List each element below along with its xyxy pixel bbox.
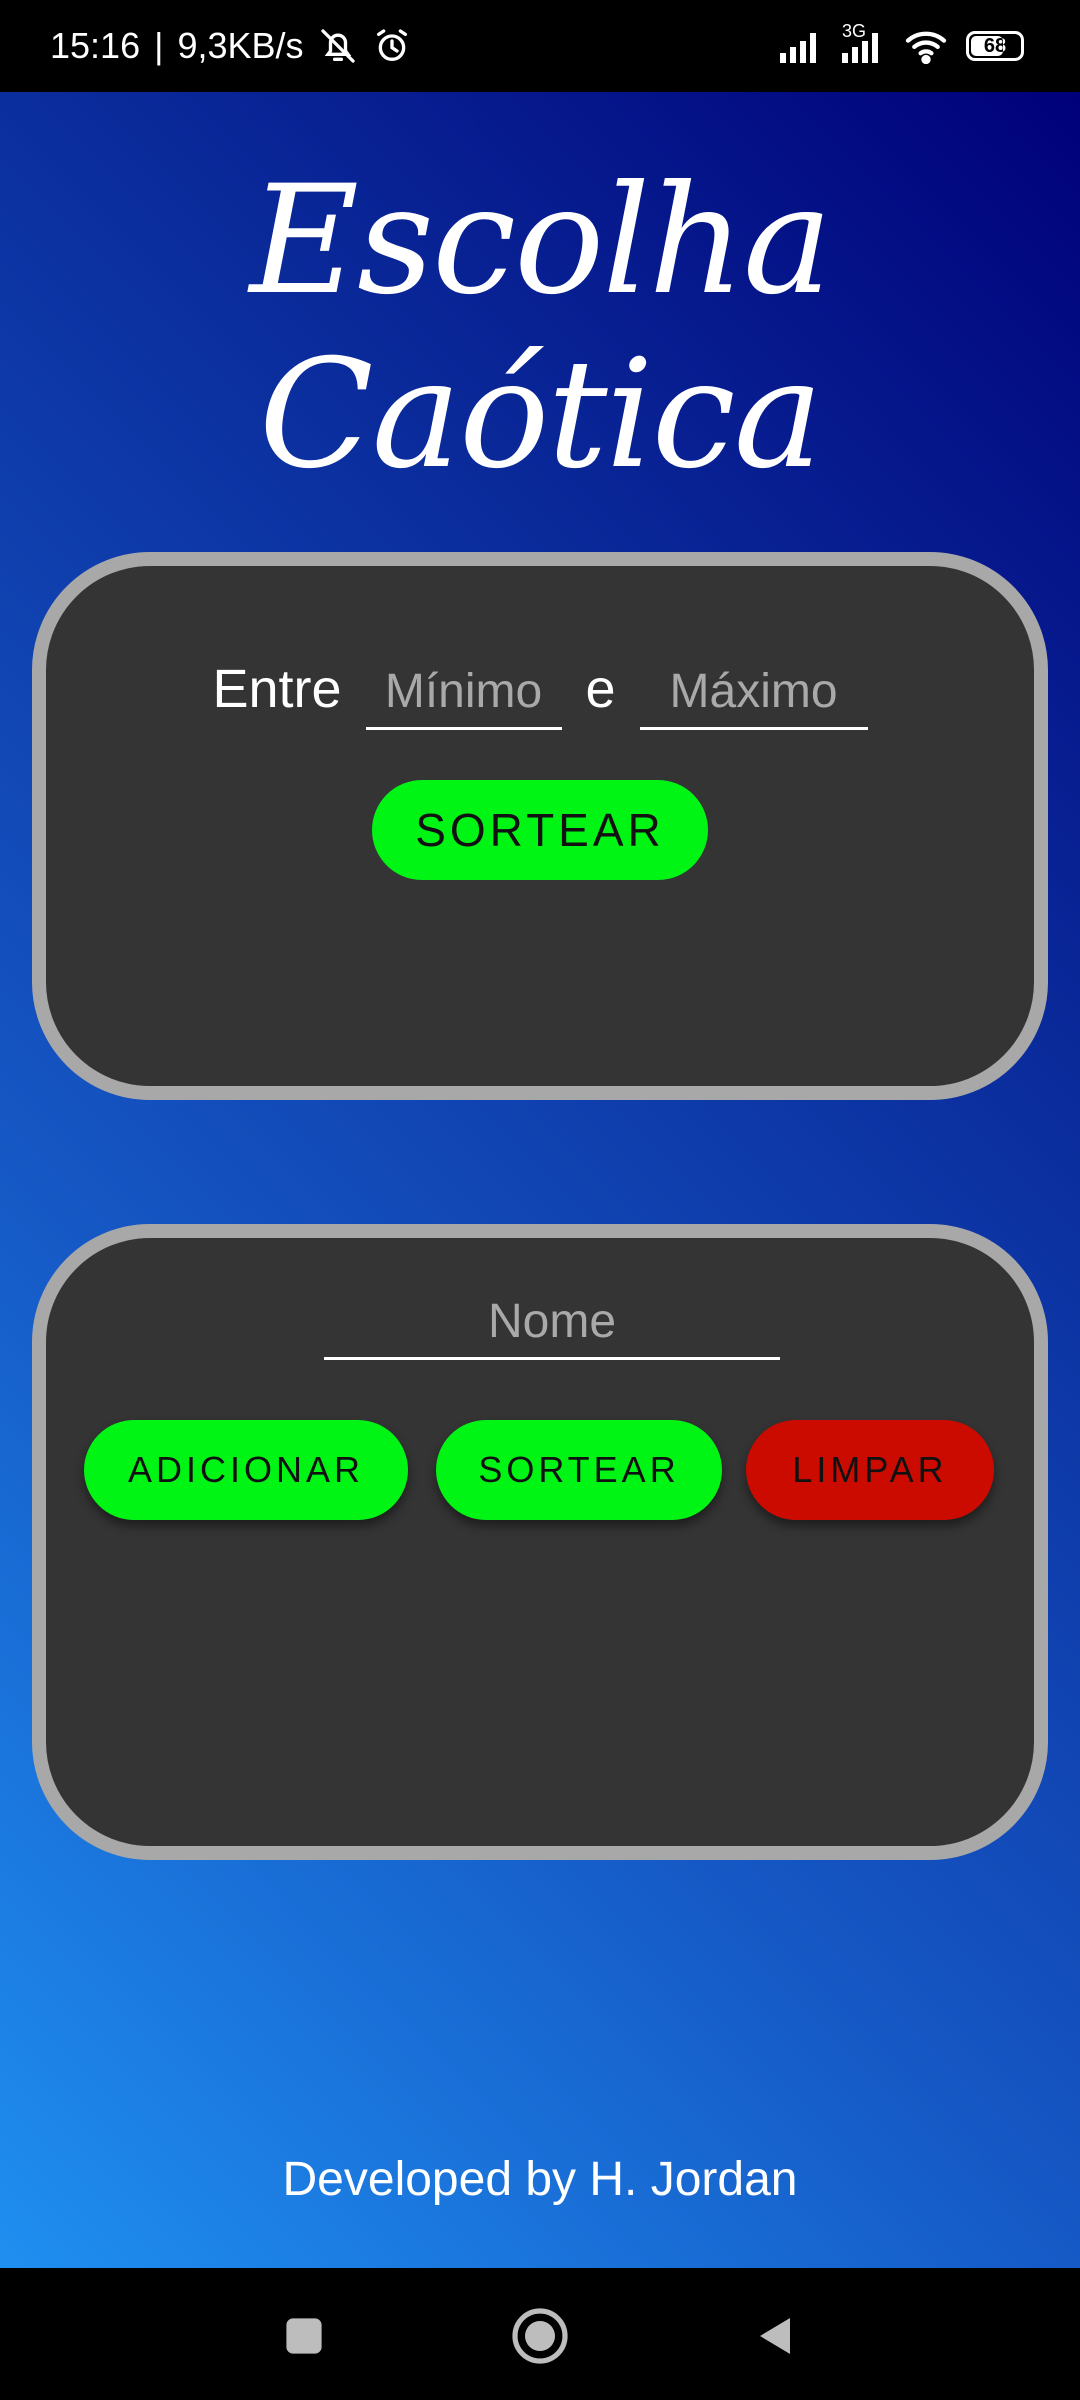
clear-button[interactable]: LIMPAR <box>746 1420 994 1520</box>
names-card: ADICIONAR SORTEAR LIMPAR <box>32 1224 1048 1860</box>
range-card: Entre e SORTEAR <box>32 552 1048 1100</box>
name-input[interactable] <box>324 1294 780 1360</box>
maximum-input[interactable] <box>639 664 868 730</box>
home-icon[interactable] <box>500 2296 580 2376</box>
signal-icon <box>780 29 824 63</box>
mobile-network-label: 3G <box>842 21 867 41</box>
navigation-bar <box>0 2268 1080 2400</box>
app-screen: Escolha Caótica Entre e SORTEAR ADICIONA… <box>0 92 1080 2268</box>
status-bar: 15:16 | 9,3KB/s 3G 68 <box>0 0 1080 92</box>
app-title: Escolha Caótica <box>249 154 833 502</box>
minimum-input[interactable] <box>365 664 562 730</box>
status-separator: | <box>154 25 164 66</box>
wifi-icon <box>904 28 948 64</box>
battery-level: 68 <box>983 34 1007 57</box>
between-label: Entre <box>212 659 342 719</box>
add-name-button[interactable]: ADICIONAR <box>84 1420 408 1520</box>
battery-icon: 68 <box>966 31 1024 61</box>
signal-3g-icon: 3G <box>842 21 886 63</box>
alarm-icon <box>372 26 412 66</box>
network-speed: 9,3KB/s <box>177 25 304 66</box>
silent-notifications-icon <box>318 26 358 66</box>
and-label: e <box>585 659 616 719</box>
developer-credit: Developed by H. Jordan <box>282 2153 798 2206</box>
range-draw-button[interactable]: SORTEAR <box>372 780 708 880</box>
range-row: Entre e <box>46 658 1034 730</box>
recent-apps-icon[interactable] <box>264 2296 344 2376</box>
names-draw-button[interactable]: SORTEAR <box>436 1420 722 1520</box>
back-icon[interactable] <box>734 2296 814 2376</box>
status-left: 15:16 | 9,3KB/s <box>50 25 412 67</box>
status-time: 15:16 <box>50 25 141 66</box>
status-right: 3G 68 <box>780 21 1024 64</box>
